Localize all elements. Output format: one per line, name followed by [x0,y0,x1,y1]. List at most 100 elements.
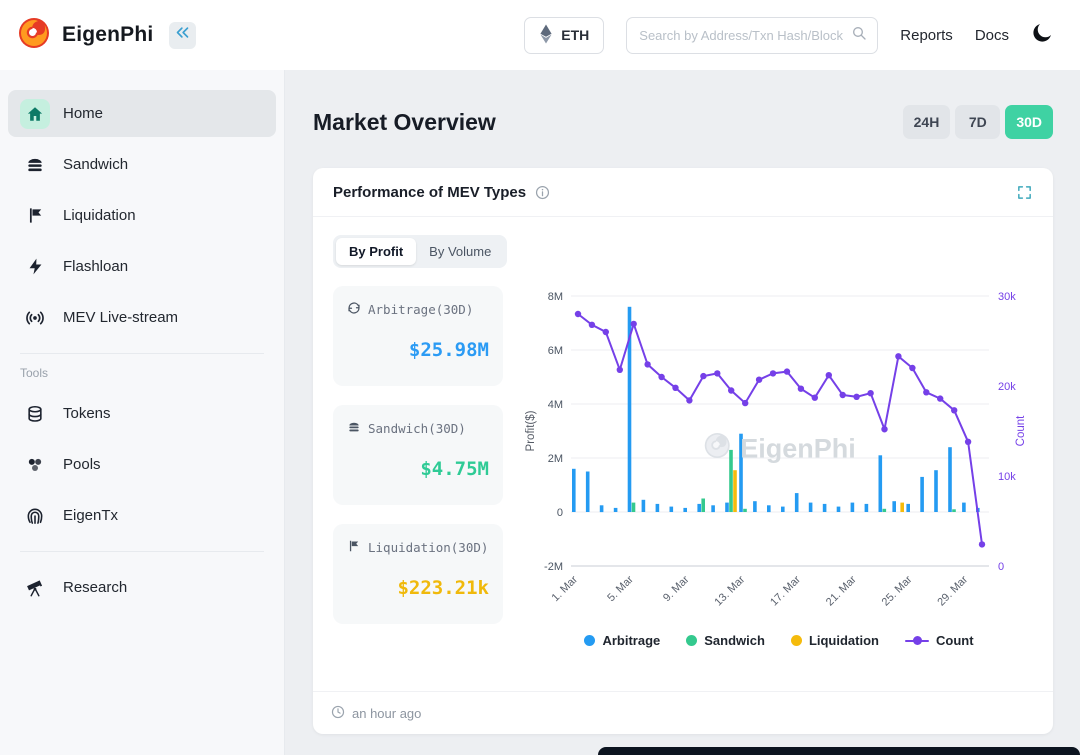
svg-text:30k: 30k [998,291,1016,303]
stat-label: Arbitrage(30D) [368,302,474,317]
sidebar-item-label: Tokens [63,405,111,422]
sidebar-item-label: Home [63,105,104,122]
stat-label: Liquidation(30D) [368,540,489,555]
legend-arbitrage[interactable]: Arbitrage [584,633,660,648]
header-actions: ETH Reports Docs [524,16,1054,54]
live-stream-icon [20,303,50,333]
legend-label: Arbitrage [602,633,661,648]
page-header: Market Overview 24H 7D 30D [313,102,1053,142]
sidebar-item-mev-live-stream[interactable]: MEV Live-stream [8,294,276,341]
svg-text:13. Mar: 13. Mar [712,573,747,608]
footer-peek [598,747,1080,755]
sidebar-item-pools[interactable]: Pools [8,441,276,488]
svg-text:17. Mar: 17. Mar [768,573,803,608]
main-content: Market Overview 24H 7D 30D Performance o… [285,70,1080,755]
tokens-icon [20,399,50,429]
reports-link[interactable]: Reports [900,27,953,44]
sidebar-item-label: Sandwich [63,156,129,173]
tab-by-profit[interactable]: By Profit [336,238,417,265]
svg-text:Count: Count [1015,415,1027,446]
chart-legend: Arbitrage Sandwich Liquidation Count [525,633,1033,648]
tab-by-volume[interactable]: By Volume [416,238,504,265]
mev-combo-chart: 8M 6M 4M 2M 0 -2M 30k 20k 10k 0 1. Mar 5. Mar 9. Mar… [525,291,1027,608]
expand-icon[interactable] [1016,184,1033,201]
range-30d-button[interactable]: 30D [1005,105,1053,139]
sidebar-item-label: Liquidation [63,207,136,224]
performance-card: Performance of MEV Types By Profit By Vo… [313,168,1053,734]
range-24h-button[interactable]: 24H [902,105,951,139]
tools-section-label: Tools [20,366,49,380]
liquidation-legend-dot [790,635,802,646]
sidebar-item-liquidation[interactable]: Liquidation [8,192,276,239]
stat-label: Sandwich(30D) [368,421,466,436]
eigenphi-logo-icon [16,15,52,56]
sidebar-item-sandwich[interactable]: Sandwich [8,141,276,188]
sidebar-item-tokens[interactable]: Tokens [8,390,276,437]
sidebar-item-label: Research [63,579,128,596]
mev-chart-area: 8M 6M 4M 2M 0 -2M 30k 20k 10k 0 1. Mar 5. Mar 9. Mar… [525,286,1033,648]
sidebar-item-label: EigenTx [63,507,119,524]
legend-label: Count [935,633,974,648]
range-7d-button[interactable]: 7D [955,105,1001,139]
sandwich-legend-dot [686,635,698,646]
dark-mode-toggle[interactable] [1031,21,1054,49]
stat-value: $223.21k [397,577,489,599]
pools-icon [20,450,50,480]
legend-label: Sandwich [704,633,765,648]
svg-text:20k: 20k [998,381,1016,393]
sidebar-divider [20,551,264,552]
clock-icon [331,705,345,722]
sidebar-item-flashloan[interactable]: Flashloan [8,243,276,290]
search-input[interactable] [639,27,844,43]
page-title: Market Overview [313,108,496,135]
sidebar-item-label: Flashloan [63,258,129,275]
legend-liquidation[interactable]: Liquidation [790,633,879,648]
sidebar-item-home[interactable]: Home [8,90,276,137]
info-icon[interactable] [535,185,550,200]
top-bar: EigenPhi ETH Reports Docs [0,0,1080,70]
content-row: Home Sandwich Liquidation Flashloan MEV … [0,70,1080,755]
svg-text:-2M: -2M [544,561,563,573]
eigentx-icon [20,501,50,531]
svg-text:8M: 8M [548,291,563,303]
collapse-sidebar-button[interactable] [169,21,197,49]
legend-count[interactable]: Count [904,633,974,648]
svg-text:21. Mar: 21. Mar [824,573,859,608]
card-header: Performance of MEV Types [313,168,1053,217]
legend-label: Liquidation [808,633,879,648]
liquidation-small-icon [347,539,361,556]
stat-value: $4.75M [420,458,489,480]
arbitrage-legend-dot [584,635,596,646]
liquidation-stat-card: Liquidation(30D) $223.21k [333,524,503,624]
svg-text:9. Mar: 9. Mar [661,573,692,604]
svg-text:2M: 2M [548,453,563,465]
svg-text:0: 0 [998,561,1004,573]
svg-text:4M: 4M [548,399,563,411]
moon-icon [1031,21,1054,49]
svg-text:5. Mar: 5. Mar [605,573,636,604]
sidebar-item-research[interactable]: Research [8,564,276,611]
sandwich-stat-card: Sandwich(30D) $4.75M [333,405,503,505]
last-updated-text: an hour ago [352,705,422,721]
brand[interactable]: EigenPhi [16,15,197,56]
docs-link[interactable]: Docs [975,27,1009,44]
flashloan-icon [20,252,50,282]
svg-text:0: 0 [557,507,563,519]
svg-text:6M: 6M [548,345,563,357]
svg-text:Profit($): Profit($) [525,410,537,451]
arbitrage-stat-card: Arbitrage(30D) $25.98M [333,286,503,386]
arbitrage-icon [347,301,361,318]
search-icon[interactable] [851,25,867,46]
network-label: ETH [561,27,590,43]
count-legend-marker [904,635,929,646]
svg-text:10k: 10k [998,471,1016,483]
sidebar-item-label: MEV Live-stream [63,309,179,326]
sidebar-item-eigentx[interactable]: EigenTx [8,492,276,539]
stats-column: Arbitrage(30D) $25.98M Sandwich(30D) $4.… [333,286,503,648]
double-chevron-left-icon [175,25,190,45]
sandwich-small-icon [347,420,361,437]
ethereum-icon [539,24,553,47]
legend-sandwich[interactable]: Sandwich [686,633,765,648]
search-box[interactable] [626,16,879,54]
network-selector-button[interactable]: ETH [524,16,605,54]
